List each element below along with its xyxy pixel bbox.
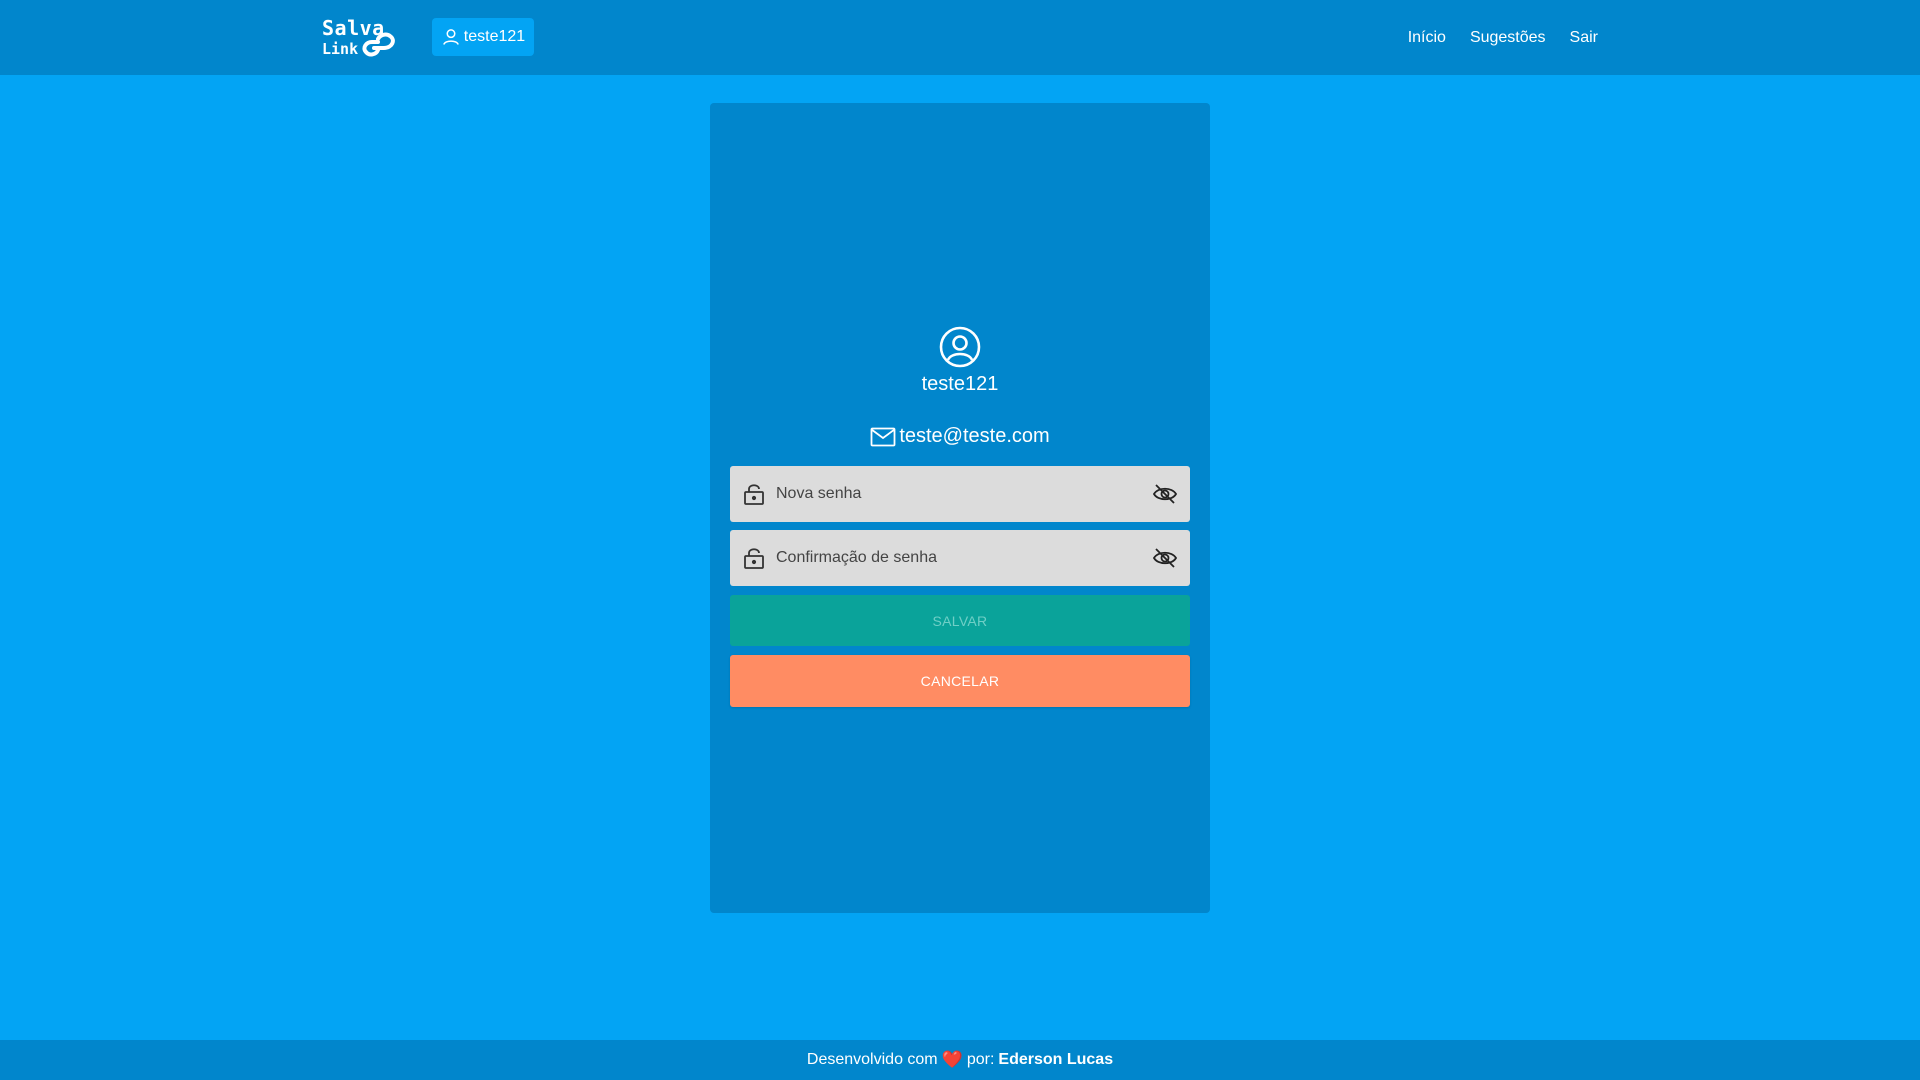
main-nav: Início Sugestões Sair [1408, 0, 1598, 75]
confirm-password-input[interactable] [774, 548, 1152, 568]
profile-card: teste121 teste@teste.com SALVAR CANCELAR [710, 103, 1210, 913]
chain-link-icon [362, 32, 395, 57]
heart-icon: ❤️ [941, 1050, 963, 1069]
footer: Desenvolvido com ❤️ por: Ederson Lucas [0, 1040, 1920, 1080]
footer-middle: por: [966, 1051, 995, 1068]
profile-email: teste@teste.com [710, 425, 1210, 448]
profile-username: teste121 [921, 373, 999, 395]
new-password-input[interactable] [774, 484, 1152, 504]
nav-inicio-link[interactable]: Início [1408, 29, 1446, 47]
footer-prefix: Desenvolvido com [806, 1051, 938, 1068]
user-profile-label: teste121 [463, 28, 526, 45]
logo-text-link: Link [322, 40, 359, 58]
nav-sair-link[interactable]: Sair [1570, 29, 1598, 47]
lock-icon [743, 482, 765, 506]
confirm-password-field[interactable] [730, 530, 1190, 586]
profile-email-text: teste@teste.com [899, 425, 1050, 447]
mail-icon [870, 427, 896, 446]
footer-author: Ederson Lucas [998, 1051, 1114, 1068]
top-navbar: Salva Link teste121 Início Sugestões Sai… [0, 0, 1920, 75]
user-icon [442, 29, 459, 45]
nav-sugestoes-link[interactable]: Sugestões [1470, 29, 1546, 47]
cancel-button[interactable]: CANCELAR [730, 655, 1190, 707]
user-profile-button[interactable]: teste121 [432, 18, 534, 56]
new-password-field[interactable] [730, 466, 1190, 522]
user-circle-icon [939, 326, 981, 368]
eye-off-icon[interactable] [1152, 483, 1178, 505]
eye-off-icon[interactable] [1152, 547, 1178, 569]
save-button[interactable]: SALVAR [730, 595, 1190, 646]
salvalink-logo[interactable]: Salva Link [320, 14, 400, 60]
lock-icon [743, 546, 765, 570]
